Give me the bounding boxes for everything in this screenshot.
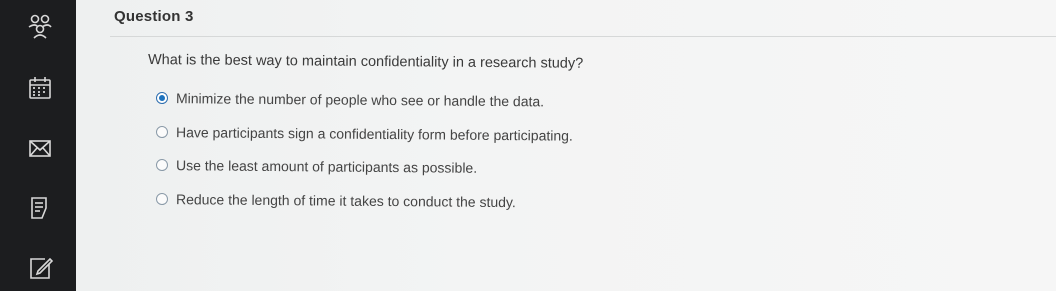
divider	[110, 36, 1056, 37]
radio-button[interactable]	[155, 159, 169, 172]
radio-button[interactable]	[155, 126, 169, 139]
calendar-icon[interactable]	[26, 74, 54, 102]
answer-option-3[interactable]: Use the least amount of participants as …	[155, 157, 478, 176]
mail-icon[interactable]	[26, 134, 54, 162]
radio-button-selected[interactable]	[155, 92, 169, 105]
answer-option-2[interactable]: Have participants sign a confidentiality…	[155, 124, 573, 144]
question-text: What is the best way to maintain confide…	[147, 52, 584, 72]
option-label: Use the least amount of participants as …	[175, 157, 478, 176]
option-label: Minimize the number of people who see or…	[175, 90, 545, 110]
gradebook-icon[interactable]	[26, 194, 54, 222]
answer-option-4[interactable]: Reduce the length of time it takes to co…	[155, 191, 516, 211]
answer-option-1[interactable]: Minimize the number of people who see or…	[155, 90, 545, 110]
people-icon[interactable]	[26, 12, 54, 40]
question-panel: Question 3 What is the best way to maint…	[76, 0, 1056, 291]
radio-button[interactable]	[155, 193, 169, 206]
question-title: Question 3	[114, 8, 194, 25]
edit-icon[interactable]	[26, 254, 54, 282]
left-sidebar	[0, 0, 76, 291]
option-label: Reduce the length of time it takes to co…	[175, 191, 516, 211]
option-label: Have participants sign a confidentiality…	[175, 124, 573, 144]
